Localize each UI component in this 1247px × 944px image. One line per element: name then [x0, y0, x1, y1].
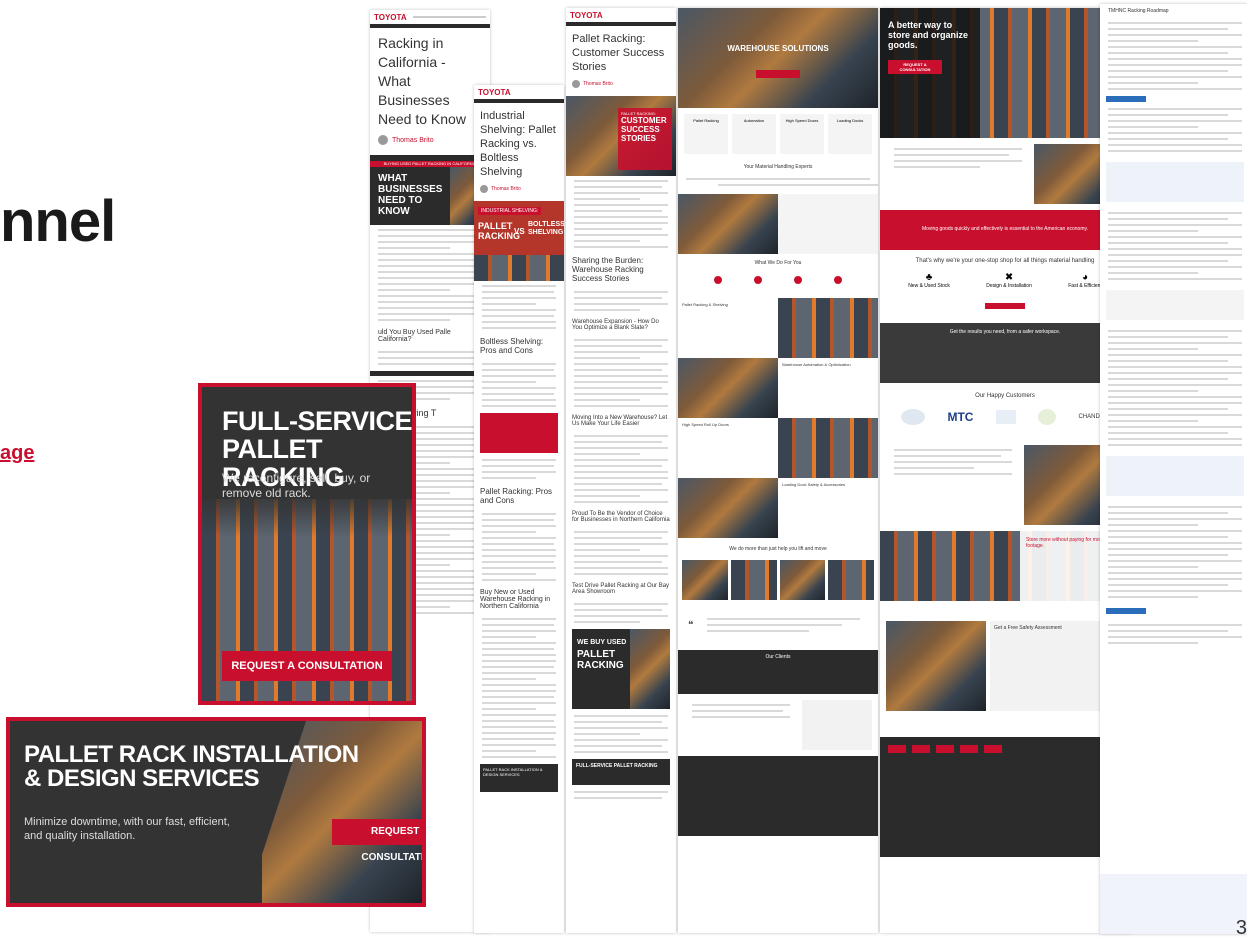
dollar-icon — [754, 276, 762, 284]
hero-cta-button[interactable]: Request a Consultation — [888, 60, 942, 74]
ad-body: We reconfigure, sell, buy, or remove old… — [222, 471, 371, 500]
hero-image: PALLET RACKING: CUSTOMER SUCCESS STORIES — [566, 96, 676, 176]
cta-button[interactable] — [1106, 608, 1146, 614]
full-service-ad[interactable]: FULL-SERVICE PALLET RACKING — [572, 759, 670, 785]
info-panel — [1106, 290, 1244, 320]
solution-card[interactable]: High Speed Doors — [780, 114, 824, 154]
request-consultation-button[interactable]: REQUEST A CONSULTATION — [332, 819, 422, 863]
content-banner — [480, 413, 558, 453]
avatar — [378, 135, 388, 145]
hero-cta-button[interactable] — [756, 70, 800, 78]
tools-icon: ✖ — [1004, 272, 1014, 283]
author-name[interactable]: Thomas Brito — [491, 186, 521, 192]
we-buy-used-ad[interactable]: WE BUY USED PALLET RACKING — [572, 629, 670, 709]
contact-form[interactable] — [802, 700, 872, 750]
section-heading: We do more than just help you lift and m… — [729, 546, 827, 552]
section-heading: That's why we're your one-stop shop for … — [915, 258, 1095, 264]
left-heading-fragment: nnel — [0, 189, 116, 254]
quote-icon: ❝ — [688, 619, 694, 631]
section-heading: Moving Into a New Warehouse? Let Us Make… — [572, 415, 668, 427]
hero-image: BUYING USED PALLET RACKING IN CALIFORNIA… — [370, 155, 490, 225]
section-heading: What We Do For You — [754, 260, 802, 266]
full-service-ad[interactable]: FULL-SERVICE PALLET RACKING We reconfigu… — [198, 383, 416, 705]
brand-logo: TOYOTA — [374, 12, 407, 22]
page-industrial-shelving: TOYOTA Industrial Shelving: Pallet Racki… — [474, 85, 564, 933]
cta-button[interactable] — [1106, 96, 1146, 102]
page-store-organize: A better way to store and organize goods… — [880, 8, 1130, 933]
page-title: Pallet Racking: Customer Success Stories — [572, 33, 665, 73]
section-heading: Pallet Racking: Pros and Cons — [480, 487, 553, 505]
footer — [678, 756, 878, 836]
bottom-banner[interactable]: PALLET RACK INSTALLATION & DESIGN SERVIC… — [480, 764, 558, 792]
info-panel — [1106, 456, 1244, 496]
question-heading: uld You Buy Used Palle California? — [378, 329, 451, 343]
section-heading: Sharing the Burden: Warehouse Racking Su… — [572, 256, 644, 283]
ad-title-line1: PALLET RACK INSTALLATION — [24, 741, 359, 768]
solution-card[interactable]: Pallet Racking — [684, 114, 728, 154]
author-name[interactable]: Thomas Brito — [583, 81, 613, 87]
section-heading: Warehouse Expansion - How Do You Optimiz… — [572, 319, 659, 331]
customer-logo — [901, 409, 926, 425]
customer-logo: MTC — [947, 410, 974, 424]
page-title: Racking in California - What Businesses … — [378, 35, 466, 127]
footer — [1100, 874, 1247, 934]
hero-image: A better way to store and organize goods… — [880, 8, 1130, 138]
customer-logo — [995, 410, 1016, 424]
feature-item: ◕ Fast & Efficient — [1068, 272, 1102, 289]
service-block: Pallet Racking & Shelving — [682, 302, 728, 307]
service-block: Warehouse Automation & Optimization — [782, 362, 851, 367]
page-title: Industrial Shelving: Pallet Racking vs. … — [480, 110, 556, 178]
request-consultation-button[interactable]: REQUEST A CONSULTATION — [222, 651, 392, 681]
page-customer-stories: TOYOTA Pallet Racking: Customer Success … — [566, 8, 676, 933]
customer-logo — [1038, 409, 1057, 425]
gauge-icon: ◕ — [1082, 272, 1089, 283]
solution-card[interactable]: Automation — [732, 114, 776, 154]
brand-logo: TOYOTA — [570, 10, 603, 20]
consult-button[interactable] — [985, 303, 1025, 309]
page-warehouse-solutions: WAREHOUSE SOLUTIONS Pallet Racking Autom… — [678, 8, 878, 933]
leaf-icon: ♣ — [925, 272, 933, 283]
feature-item: ♣ New & Used Stock — [908, 272, 950, 289]
installation-ad[interactable]: PALLET RACK INSTALLATION & DESIGN SERVIC… — [6, 717, 426, 907]
clients-strip: Our Clients — [678, 650, 878, 694]
ad-body: Minimize downtime, with our fast, effici… — [24, 816, 230, 842]
hero-image: INDUSTRIAL SHELVING: PALLET RACKING VS B… — [474, 201, 564, 281]
red-banner: Moving goods quickly and effectively is … — [880, 210, 1130, 250]
author-name[interactable]: Thomas Brito — [392, 137, 434, 144]
slide-page-number: 3 — [1235, 917, 1247, 939]
left-link-fragment[interactable]: age — [0, 442, 34, 465]
safety-icon — [834, 276, 842, 284]
team-icon — [794, 276, 802, 284]
avatar — [572, 80, 580, 88]
hero-image: WAREHOUSE SOLUTIONS — [678, 8, 878, 108]
avatar — [480, 185, 488, 193]
solution-card[interactable]: Loading Docks — [828, 114, 872, 154]
page-title: TMHNC Racking Roadmap — [1108, 8, 1169, 14]
service-block: Loading Dock Safety & Accessories — [782, 482, 846, 487]
ad-title-line1: FULL-SERVICE — [222, 406, 413, 436]
footer — [880, 737, 1130, 857]
testimonial-banner: Get the results you need, from a safer w… — [880, 323, 1130, 383]
section-heading: Buy New or Used Warehouse Racking in Nor… — [480, 589, 551, 610]
section-heading: Boltless Shelving: Pros and Cons — [480, 337, 544, 355]
section-heading: Our Happy Customers — [975, 393, 1035, 399]
service-block: High Speed Roll Up Doors — [682, 422, 729, 427]
clock-icon — [714, 276, 722, 284]
brand-logo: TOYOTA — [478, 87, 511, 97]
info-panel — [1106, 162, 1244, 202]
section-heading: Test Drive Pallet Racking at Our Bay Are… — [572, 583, 670, 595]
page-rack-roadmap: TMHNC Racking Roadmap — [1100, 4, 1247, 934]
section-heading: Proud To Be the Vendor of Choice for Bus… — [572, 511, 670, 523]
ad-title-line2: & DESIGN SERVICES — [24, 765, 260, 792]
feature-item: ✖ Design & Installation — [986, 272, 1032, 289]
section-heading: Your Material Handling Experts — [743, 164, 813, 170]
